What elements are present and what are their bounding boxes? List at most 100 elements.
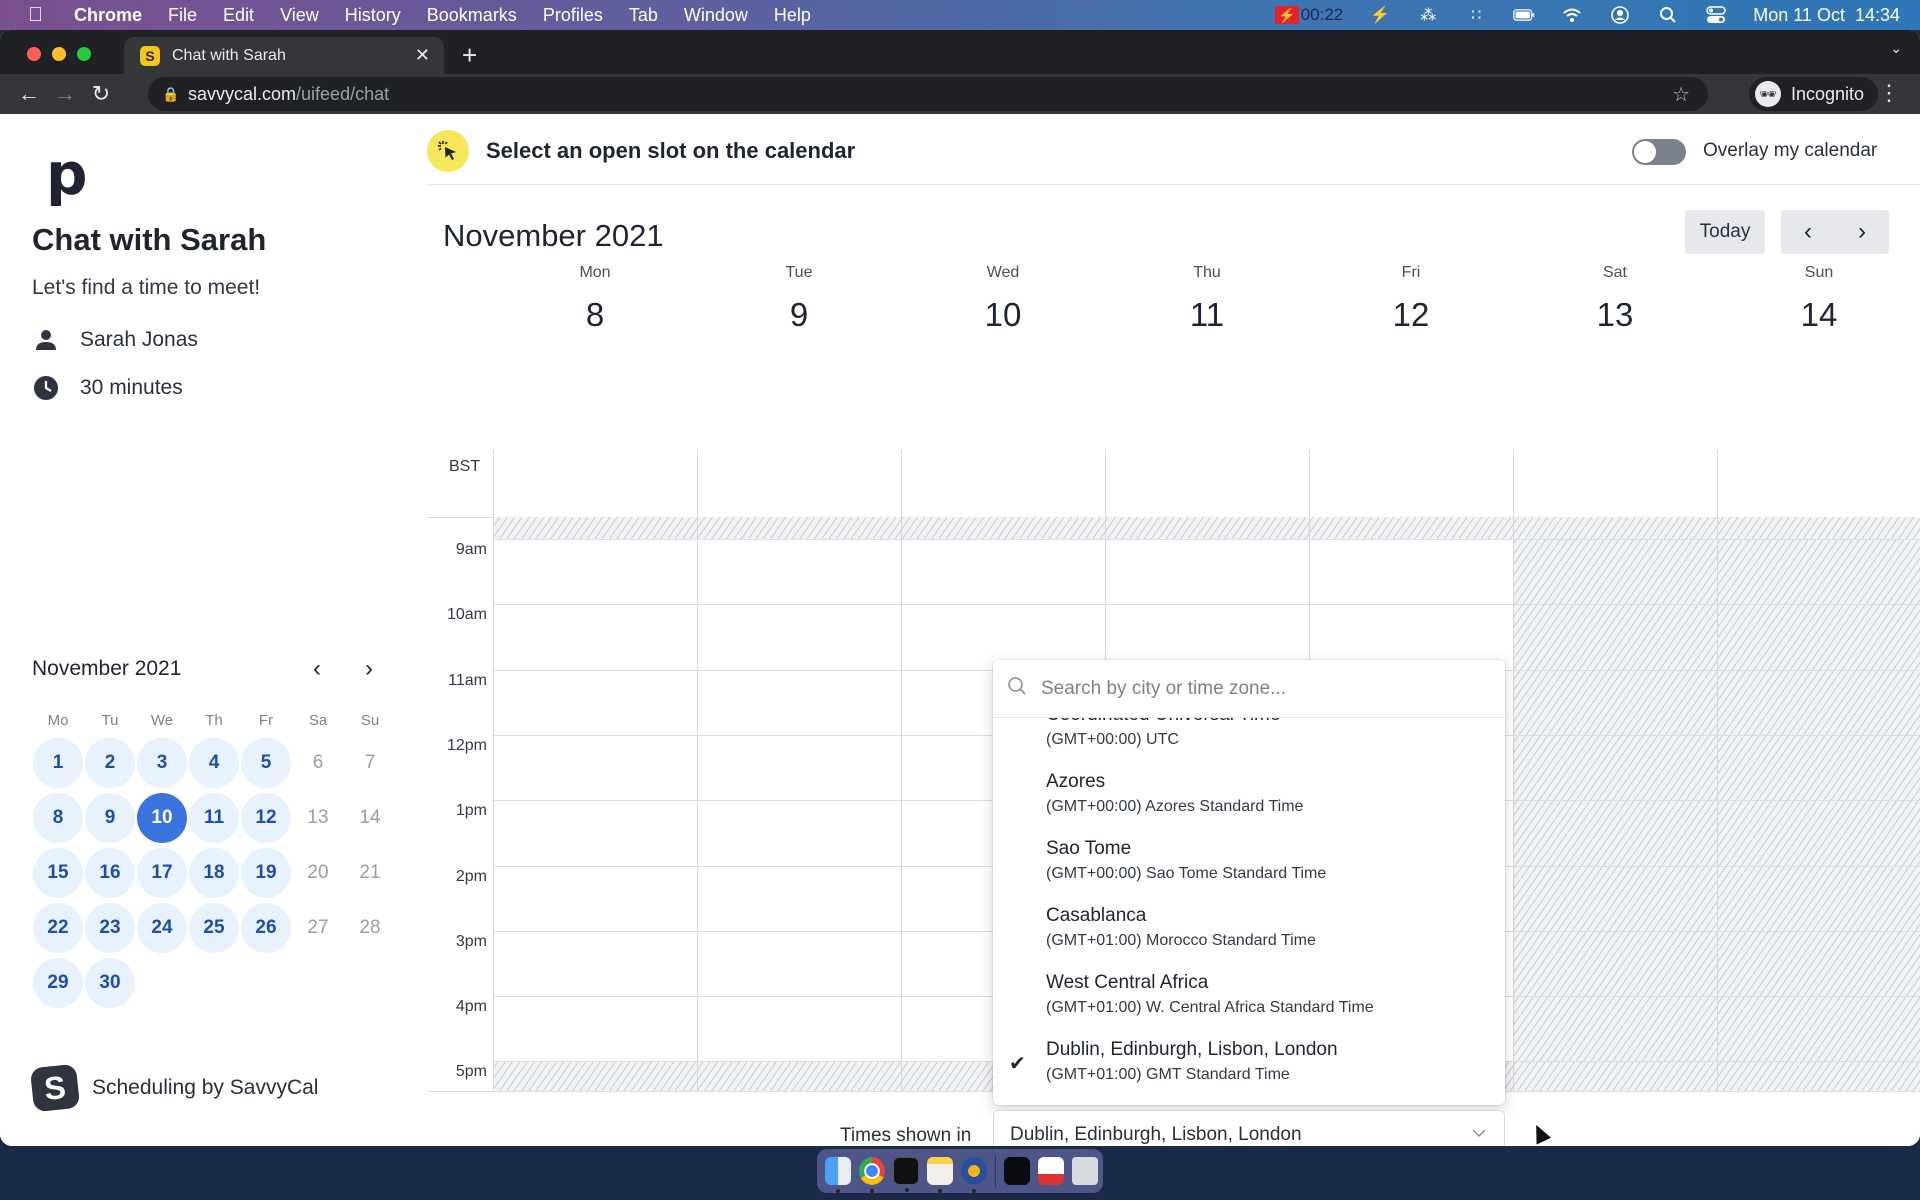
- back-button[interactable]: ←: [14, 81, 44, 107]
- menu-help[interactable]: Help: [774, 5, 811, 26]
- mini-calendar-day[interactable]: 8: [33, 793, 83, 843]
- mini-calendar-day[interactable]: 5: [241, 738, 291, 788]
- mini-calendar-day[interactable]: 11: [189, 793, 239, 843]
- mini-calendar-day: 6: [312, 752, 324, 773]
- mini-calendar-day[interactable]: 19: [241, 848, 291, 898]
- mini-calendar-day[interactable]: 26: [241, 903, 291, 953]
- mini-calendar-day[interactable]: 15: [33, 848, 83, 898]
- today-button[interactable]: Today: [1685, 210, 1765, 254]
- reload-button[interactable]: ↻: [86, 81, 116, 107]
- incognito-icon: 🕶: [1754, 81, 1781, 107]
- control-center-icon[interactable]: [1705, 5, 1727, 25]
- bookmark-star-icon[interactable]: ☆: [1672, 82, 1690, 107]
- macos-menu-bar:  Chrome File Edit View History Bookmark…: [0, 0, 1920, 30]
- menu-profiles[interactable]: Profiles: [543, 5, 603, 26]
- menu-window[interactable]: Window: [684, 5, 748, 26]
- mini-calendar-day[interactable]: 9: [85, 793, 135, 843]
- day-column-slots[interactable]: [493, 539, 697, 1061]
- bluetooth-off-icon[interactable]: ⁂: [1417, 5, 1439, 25]
- timezone-option[interactable]: Sao Tome (GMT+00:00) Sao Tome Standard Ti…: [993, 838, 1505, 904]
- mini-calendar-day: 14: [359, 807, 381, 828]
- day-header-date: 14: [1800, 296, 1838, 333]
- mini-calendar-weekday: Su: [360, 712, 380, 729]
- savvycal-favicon-icon: S: [140, 45, 160, 66]
- menu-history[interactable]: History: [345, 5, 401, 26]
- day-header: Sat 13: [1513, 264, 1717, 334]
- browser-tab-active[interactable]: S Chat with Sarah ✕: [124, 37, 444, 74]
- address-bar[interactable]: 🔒 savvycal.com/uifeed/chat ☆: [148, 77, 1708, 111]
- mini-calendar-day[interactable]: 25: [189, 903, 239, 953]
- mini-calendar-day[interactable]: 30: [85, 958, 135, 1008]
- close-window-button[interactable]: [27, 47, 41, 61]
- event-sidebar: p Chat with Sarah Let's find a time to m…: [0, 114, 427, 1146]
- powered-by-savvycal[interactable]: S Scheduling by SavvyCal: [29, 1063, 318, 1113]
- mini-calendar-day[interactable]: 22: [33, 903, 83, 953]
- battery-charging-icon[interactable]: [1513, 5, 1535, 25]
- wifi-icon[interactable]: [1561, 5, 1583, 25]
- tab-search-chevron-icon[interactable]: ⌄: [1890, 40, 1902, 57]
- menu-view[interactable]: View: [280, 5, 319, 26]
- mini-calendar-day[interactable]: 1: [33, 738, 83, 788]
- close-tab-icon[interactable]: ✕: [415, 45, 430, 66]
- mini-calendar-day[interactable]: 24: [137, 903, 187, 953]
- user-icon[interactable]: [1609, 5, 1631, 25]
- mini-calendar-day-selected[interactable]: 10: [137, 793, 187, 843]
- overlay-calendar-toggle[interactable]: [1632, 139, 1686, 165]
- mini-calendar-day[interactable]: 16: [85, 848, 135, 898]
- forward-button[interactable]: →: [50, 81, 80, 107]
- incognito-profile-button[interactable]: 🕶 Incognito: [1748, 77, 1878, 111]
- timezone-option[interactable]: Azores (GMT+00:00) Azores Standard Time: [993, 771, 1505, 837]
- mini-calendar-prev-button[interactable]: ‹: [304, 654, 330, 684]
- apple-menu-icon[interactable]: : [28, 4, 50, 27]
- dock-finder-icon[interactable]: [825, 1157, 851, 1193]
- timezone-select[interactable]: Dublin, Edinburgh, Lisbon, London: [993, 1110, 1505, 1146]
- mini-calendar-day[interactable]: 18: [189, 848, 239, 898]
- menu-tab[interactable]: Tab: [629, 5, 658, 26]
- overlay-calendar-label[interactable]: Overlay my calendar: [1703, 140, 1877, 162]
- timezone-option[interactable]: West Central Africa (GMT+01:00) W. Centra…: [993, 972, 1505, 1038]
- menu-file[interactable]: File: [168, 5, 197, 26]
- day-header-date: 8: [585, 296, 605, 333]
- dock-terminal-icon[interactable]: [893, 1157, 919, 1192]
- timezone-option[interactable]: Casablanca (GMT+01:00) Morocco Standard T…: [993, 905, 1505, 971]
- mini-calendar-day[interactable]: 23: [85, 903, 135, 953]
- dots-icon[interactable]: ∷: [1465, 5, 1487, 25]
- minimize-window-button[interactable]: [52, 47, 66, 61]
- url-path: /uifeed/chat: [296, 83, 390, 104]
- mini-calendar-day[interactable]: 29: [33, 958, 83, 1008]
- zoom-window-button[interactable]: [77, 47, 91, 61]
- timezone-options-list[interactable]: Coordinated Universal Time (GMT+00:00) UT…: [993, 718, 1505, 1105]
- mini-calendar-day[interactable]: 4: [189, 738, 239, 788]
- screen-recording-indicator[interactable]: ⚡ 00:22: [1274, 5, 1343, 25]
- flash-icon[interactable]: ⚡: [1369, 5, 1391, 25]
- menu-bookmarks[interactable]: Bookmarks: [427, 5, 517, 26]
- spotlight-search-icon[interactable]: [1657, 5, 1679, 25]
- timezone-option[interactable]: Coordinated Universal Time (GMT+00:00) UT…: [993, 718, 1505, 770]
- new-tab-button[interactable]: +: [462, 40, 477, 71]
- day-column-slots[interactable]: [697, 539, 901, 1061]
- hour-label: 9am: [455, 541, 487, 558]
- dock-screenshot-icon[interactable]: [1004, 1157, 1030, 1185]
- mini-calendar-next-button[interactable]: ›: [356, 654, 382, 684]
- dock-reeder-icon[interactable]: [961, 1157, 987, 1193]
- menu-edit[interactable]: Edit: [223, 5, 254, 26]
- dock-preview-icon[interactable]: [1038, 1157, 1064, 1185]
- day-header-weekday: Sun: [1804, 264, 1834, 281]
- booking-page: p Chat with Sarah Let's find a time to m…: [0, 114, 1920, 1146]
- mini-calendar-day[interactable]: 2: [85, 738, 135, 788]
- menu-app-name[interactable]: Chrome: [74, 5, 142, 26]
- mini-calendar-day[interactable]: 3: [137, 738, 187, 788]
- next-week-button[interactable]: ›: [1835, 210, 1889, 254]
- dock-chrome-icon[interactable]: [859, 1157, 885, 1193]
- mini-calendar-day[interactable]: 17: [137, 848, 187, 898]
- timezone-search-input[interactable]: [1041, 677, 1481, 700]
- menu-clock[interactable]: Mon 11 Oct 14:34: [1753, 5, 1900, 26]
- mini-calendar-day[interactable]: 12: [241, 793, 291, 843]
- timezone-option-selected[interactable]: ✔ Dublin, Edinburgh, Lisbon, London (GMT+0…: [993, 1039, 1505, 1105]
- dock-trash-icon[interactable]: [1072, 1157, 1098, 1185]
- prev-week-button[interactable]: ‹: [1781, 210, 1835, 254]
- lock-icon[interactable]: 🔒: [162, 86, 179, 103]
- times-shown-in-label: Times shown in: [840, 1125, 972, 1146]
- dock-notes-icon[interactable]: [927, 1157, 953, 1193]
- browser-menu-icon[interactable]: ⋮: [1878, 80, 1900, 106]
